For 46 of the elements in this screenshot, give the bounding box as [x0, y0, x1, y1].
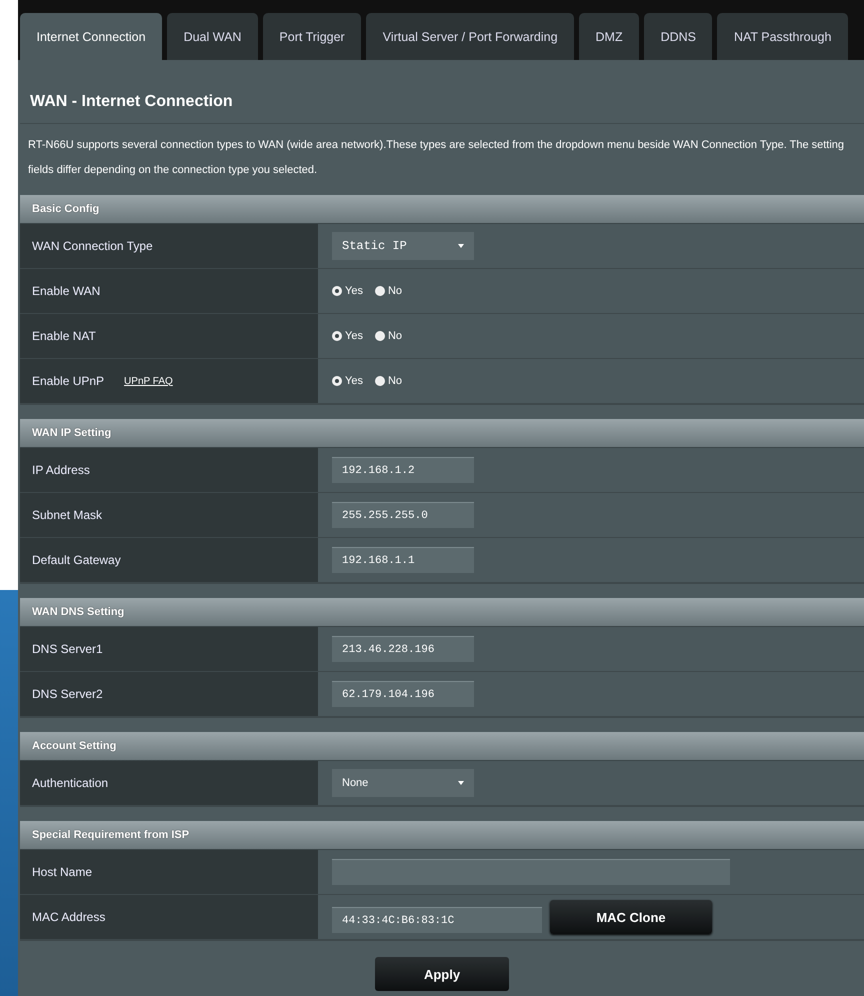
input-field[interactable] — [332, 859, 730, 885]
description: RT-N66U supports several connection types to WAN (wide area network).These types are selected from the dropdown menu beside WAN Connection Type. The setting fields differ depending on the connection type you selected. — [27, 138, 846, 178]
input-field[interactable]: 192.168.1.1 — [332, 547, 474, 573]
tab[interactable]: Dual WAN — [167, 13, 258, 60]
page-title: WAN - Internet Connection — [20, 60, 864, 124]
field-label: DNS Server2 — [32, 687, 103, 701]
section-header: Special Requirement from ISP — [20, 821, 864, 850]
radio-option[interactable]: Yes — [332, 285, 363, 297]
tab[interactable]: NAT Passthrough — [717, 13, 848, 60]
mac-clone-button[interactable]: MAC Clone — [550, 900, 712, 934]
caret-icon — [458, 780, 464, 786]
radio-option[interactable]: No — [374, 330, 402, 342]
tab[interactable]: Virtual Server / Port Forwarding — [366, 13, 574, 60]
radio-option[interactable]: Yes — [332, 375, 363, 387]
dropdown[interactable]: None — [332, 769, 474, 797]
input-field[interactable]: 213.46.228.196 — [332, 636, 474, 662]
field-label: Host Name — [32, 865, 92, 879]
tab[interactable]: Port Trigger — [262, 13, 362, 60]
input-field[interactable]: 44:33:4C:B6:83:1C — [332, 907, 542, 933]
section-header: Basic Config — [20, 195, 864, 224]
section-header: WAN DNS Setting — [20, 598, 864, 627]
radio-option[interactable]: Yes — [332, 330, 363, 342]
field-label: IP Address — [32, 463, 90, 477]
field-label: Authentication — [32, 776, 108, 790]
field-label: Enable UPnP — [32, 374, 104, 388]
caret-icon — [458, 243, 464, 249]
input-field[interactable]: 255.255.255.0 — [332, 502, 474, 528]
tab[interactable]: Internet Connection — [20, 13, 162, 60]
radio-option[interactable]: No — [374, 285, 402, 297]
tab[interactable]: DMZ — [579, 13, 640, 60]
field-label: Default Gateway — [32, 553, 121, 567]
input-field[interactable]: 192.168.1.2 — [332, 457, 474, 483]
field-label: MAC Address — [32, 910, 106, 924]
tab[interactable]: DDNS — [644, 13, 712, 60]
section-header: WAN IP Setting — [20, 419, 864, 448]
dropdown[interactable]: Static IP — [332, 232, 474, 260]
field-label: WAN Connection Type — [32, 239, 153, 253]
section-header: Account Setting — [20, 732, 864, 761]
field-label: Enable NAT — [32, 329, 96, 343]
field-label: DNS Server1 — [32, 642, 103, 656]
apply-button[interactable]: Apply — [375, 957, 509, 991]
faq-link[interactable]: UPnP FAQ — [124, 376, 173, 386]
field-label: Subnet Mask — [32, 508, 102, 522]
input-field[interactable]: 62.179.104.196 — [332, 681, 474, 707]
radio-option[interactable]: No — [374, 375, 402, 387]
field-label: Enable WAN — [32, 284, 100, 298]
